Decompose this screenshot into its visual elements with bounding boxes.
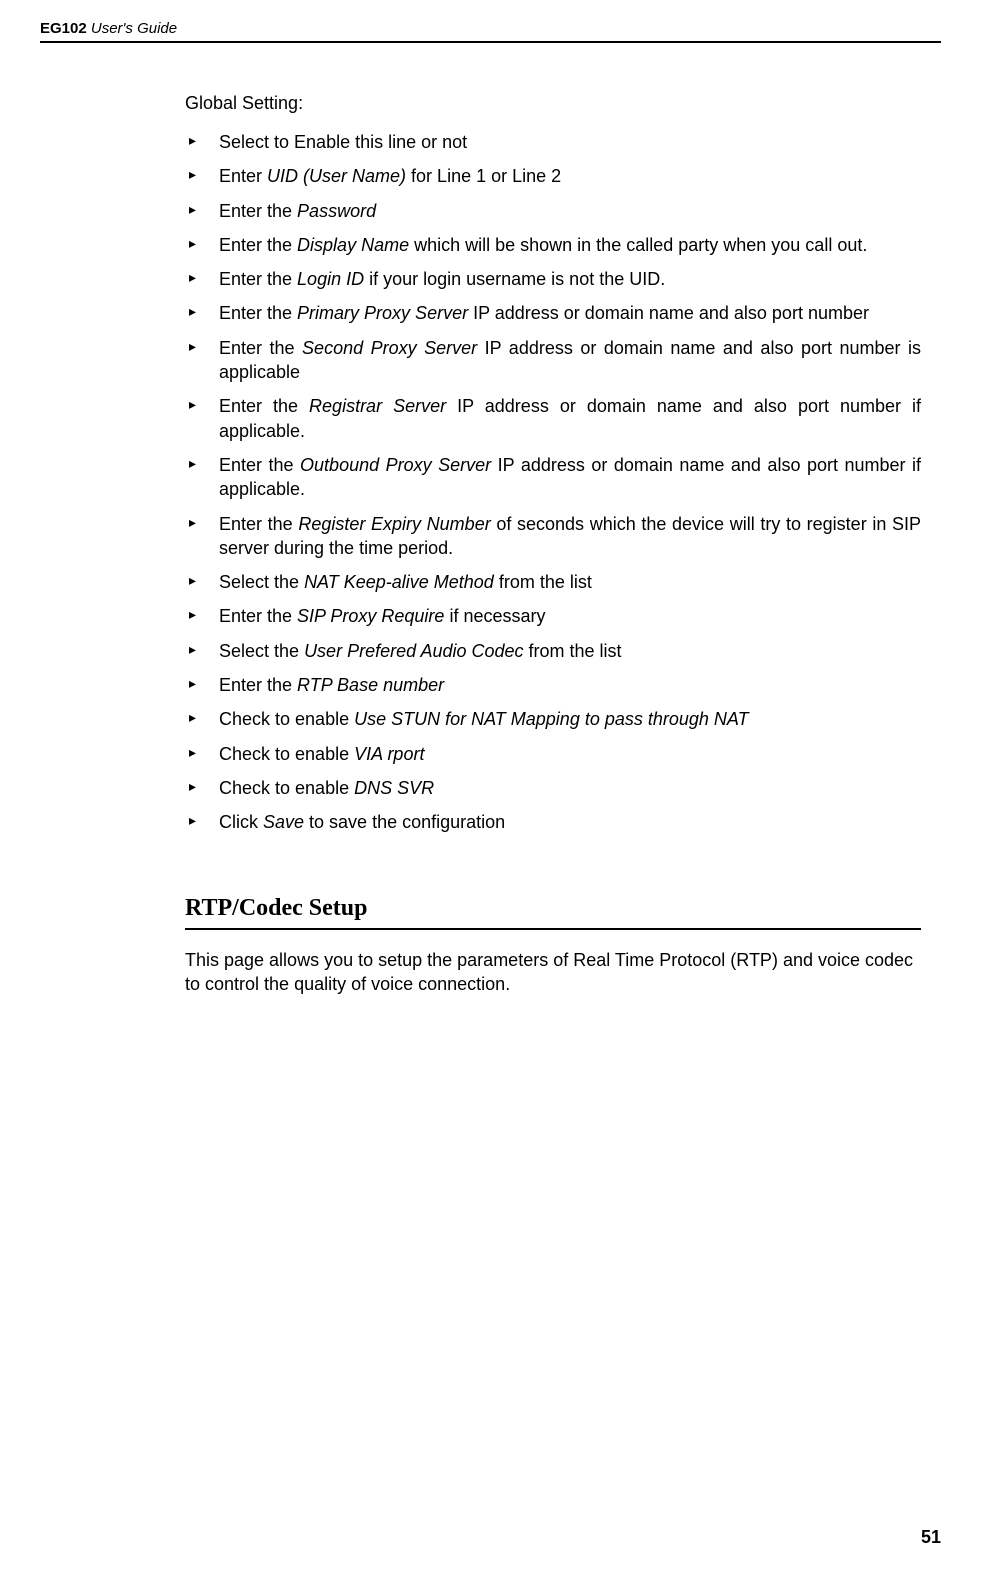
item-post: from the list [494,572,592,592]
item-pre: Enter the [219,606,297,626]
item-pre: Enter [219,166,267,186]
list-item: Click Save to save the configuration [217,810,921,834]
item-post: which will be shown in the called party … [409,235,867,255]
item-pre: Check to enable [219,709,354,729]
list-item: Enter the Outbound Proxy Server IP addre… [217,453,921,502]
list-item: Enter the Second Proxy Server IP address… [217,336,921,385]
list-item: Enter the RTP Base number [217,673,921,697]
header-title: EG102 User's Guide [40,20,941,37]
item-post: if your login username is not the UID. [364,269,665,289]
list-item: Select the NAT Keep-alive Method from th… [217,570,921,594]
item-em: Save [263,812,304,832]
list-item: Select to Enable this line or not [217,130,921,154]
item-post: to save the configuration [304,812,505,832]
item-em: Password [297,201,376,221]
item-post: for Line 1 or Line 2 [406,166,561,186]
item-em: VIA rport [354,744,424,764]
item-em: User Prefered Audio Codec [304,641,523,661]
item-pre: Enter the [219,396,309,416]
list-item: Enter the Registrar Server IP address or… [217,394,921,443]
document-header: EG102 User's Guide [40,20,941,43]
settings-list: Select to Enable this line or not Enter … [217,130,921,835]
item-em: RTP Base number [297,675,444,695]
item-em: Primary Proxy Server [297,303,468,323]
item-pre: Enter the [219,514,298,534]
item-pre: Enter the [219,201,297,221]
item-em: Outbound Proxy Server [300,455,491,475]
item-em: DNS SVR [354,778,434,798]
section-heading-rtp-codec: RTP/Codec Setup [185,895,921,930]
list-item: Enter the SIP Proxy Require if necessary [217,604,921,628]
list-item: Enter the Display Name which will be sho… [217,233,921,257]
item-pre: Select to Enable this line or not [219,132,467,152]
item-em: Register Expiry Number [298,514,490,534]
list-item: Check to enable VIA rport [217,742,921,766]
item-pre: Enter the [219,338,302,358]
item-em: UID (User Name) [267,166,406,186]
list-item: Select the User Prefered Audio Codec fro… [217,639,921,663]
page-number: 51 [921,1527,941,1548]
doc-subtitle: User's Guide [91,20,177,37]
item-post: IP address or domain name and also port … [468,303,869,323]
item-pre: Enter the [219,675,297,695]
item-pre: Enter the [219,269,297,289]
item-em: Second Proxy Server [302,338,477,358]
global-setting-title: Global Setting: [185,93,921,114]
item-em: SIP Proxy Require [297,606,444,626]
item-pre: Check to enable [219,744,354,764]
item-pre: Enter the [219,303,297,323]
page-content: Global Setting: Select to Enable this li… [185,93,921,996]
section-body: This page allows you to setup the parame… [185,948,921,997]
item-em: Registrar Server [309,396,446,416]
list-item: Enter the Login ID if your login usernam… [217,267,921,291]
product-name: EG102 [40,20,87,37]
item-pre: Select the [219,572,304,592]
list-item: Enter the Register Expiry Number of seco… [217,512,921,561]
list-item: Enter the Primary Proxy Server IP addres… [217,301,921,325]
item-em: Display Name [297,235,409,255]
list-item: Enter UID (User Name) for Line 1 or Line… [217,164,921,188]
item-em: Use STUN for NAT Mapping to pass through… [354,709,748,729]
list-item: Check to enable DNS SVR [217,776,921,800]
item-post: from the list [524,641,622,661]
item-em: Login ID [297,269,364,289]
item-pre: Select the [219,641,304,661]
list-item: Check to enable Use STUN for NAT Mapping… [217,707,921,731]
item-post: if necessary [444,606,545,626]
item-em: NAT Keep-alive Method [304,572,494,592]
list-item: Enter the Password [217,199,921,223]
item-pre: Click [219,812,263,832]
item-pre: Check to enable [219,778,354,798]
item-pre: Enter the [219,235,297,255]
item-pre: Enter the [219,455,300,475]
